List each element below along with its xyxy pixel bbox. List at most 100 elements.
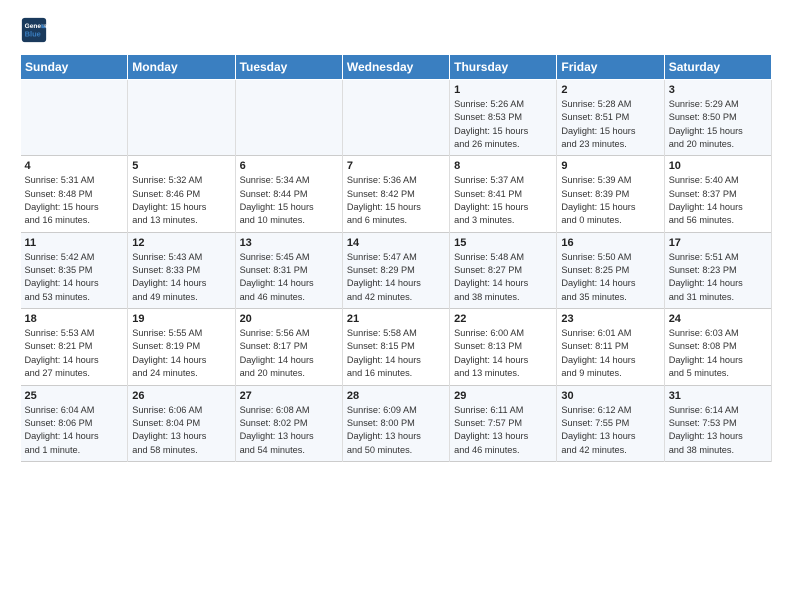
day-info: Sunrise: 6:04 AM Sunset: 8:06 PM Dayligh… xyxy=(25,404,124,457)
svg-text:Blue: Blue xyxy=(25,30,41,39)
calendar-cell: 27 Sunrise: 6:08 AM Sunset: 8:02 PM Dayli… xyxy=(235,385,342,461)
calendar-cell: 4Sunrise: 5:31 AM Sunset: 8:48 PM Daylig… xyxy=(21,156,128,232)
calendar-week-row: 4Sunrise: 5:31 AM Sunset: 8:48 PM Daylig… xyxy=(21,156,772,232)
day-info: Sunrise: 6:12 AM Sunset: 7:55 PM Dayligh… xyxy=(561,404,659,457)
day-number: 13 xyxy=(240,237,338,249)
day-info: Sunrise: 5:58 AM Sunset: 8:15 PM Dayligh… xyxy=(347,327,445,380)
day-number: 10 xyxy=(669,160,767,172)
day-info: Sunrise: 5:43 AM Sunset: 8:33 PM Dayligh… xyxy=(132,251,230,304)
calendar-table: SundayMondayTuesdayWednesdayThursdayFrid… xyxy=(20,54,772,462)
day-number: 19 xyxy=(132,313,230,325)
calendar-cell: 8 Sunrise: 5:37 AM Sunset: 8:41 PM Daylig… xyxy=(450,156,557,232)
calendar-cell xyxy=(21,80,128,156)
calendar-cell: 16 Sunrise: 5:50 AM Sunset: 8:25 PM Dayli… xyxy=(557,232,664,308)
day-info: Sunrise: 5:42 AM Sunset: 8:35 PM Dayligh… xyxy=(25,251,124,304)
calendar-cell: 5Sunrise: 5:32 AM Sunset: 8:46 PM Daylig… xyxy=(128,156,235,232)
calendar-cell: 21 Sunrise: 5:58 AM Sunset: 8:15 PM Dayli… xyxy=(342,309,449,385)
calendar-cell: 12 Sunrise: 5:43 AM Sunset: 8:33 PM Dayli… xyxy=(128,232,235,308)
calendar-cell: 14 Sunrise: 5:47 AM Sunset: 8:29 PM Dayli… xyxy=(342,232,449,308)
day-number: 11 xyxy=(25,237,124,249)
weekday-header-monday: Monday xyxy=(128,55,235,80)
calendar-cell: 20 Sunrise: 5:56 AM Sunset: 8:17 PM Dayli… xyxy=(235,309,342,385)
day-number: 21 xyxy=(347,313,445,325)
calendar-cell: 26Sunrise: 6:06 AM Sunset: 8:04 PM Dayli… xyxy=(128,385,235,461)
calendar-cell: 22Sunrise: 6:00 AM Sunset: 8:13 PM Dayli… xyxy=(450,309,557,385)
calendar-week-row: 18 Sunrise: 5:53 AM Sunset: 8:21 PM Dayli… xyxy=(21,309,772,385)
logo-icon: General Blue xyxy=(20,16,48,44)
calendar-header-row: SundayMondayTuesdayWednesdayThursdayFrid… xyxy=(21,55,772,80)
day-info: Sunrise: 6:03 AM Sunset: 8:08 PM Dayligh… xyxy=(669,327,767,380)
calendar-cell: 6 Sunrise: 5:34 AM Sunset: 8:44 PM Daylig… xyxy=(235,156,342,232)
day-info: Sunrise: 5:26 AM Sunset: 8:53 PM Dayligh… xyxy=(454,98,552,151)
day-info: Sunrise: 5:48 AM Sunset: 8:27 PM Dayligh… xyxy=(454,251,552,304)
calendar-cell: 11 Sunrise: 5:42 AM Sunset: 8:35 PM Dayli… xyxy=(21,232,128,308)
calendar-cell: 31 Sunrise: 6:14 AM Sunset: 7:53 PM Dayli… xyxy=(664,385,771,461)
weekday-header-friday: Friday xyxy=(557,55,664,80)
calendar-cell: 1 Sunrise: 5:26 AM Sunset: 8:53 PM Daylig… xyxy=(450,80,557,156)
calendar-week-row: 11 Sunrise: 5:42 AM Sunset: 8:35 PM Dayli… xyxy=(21,232,772,308)
day-number: 27 xyxy=(240,390,338,402)
calendar-cell xyxy=(342,80,449,156)
calendar-cell: 28 Sunrise: 6:09 AM Sunset: 8:00 PM Dayli… xyxy=(342,385,449,461)
calendar-cell: 19 Sunrise: 5:55 AM Sunset: 8:19 PM Dayli… xyxy=(128,309,235,385)
page: General Blue SundayMondayTuesdayWednesda… xyxy=(0,0,792,472)
calendar-cell: 17Sunrise: 5:51 AM Sunset: 8:23 PM Dayli… xyxy=(664,232,771,308)
calendar-cell: 18 Sunrise: 5:53 AM Sunset: 8:21 PM Dayli… xyxy=(21,309,128,385)
day-number: 6 xyxy=(240,160,338,172)
day-number: 23 xyxy=(561,313,659,325)
day-number: 12 xyxy=(132,237,230,249)
logo: General Blue xyxy=(20,16,52,44)
day-number: 28 xyxy=(347,390,445,402)
day-number: 20 xyxy=(240,313,338,325)
day-number: 31 xyxy=(669,390,767,402)
calendar-cell: 23 Sunrise: 6:01 AM Sunset: 8:11 PM Dayli… xyxy=(557,309,664,385)
calendar-cell xyxy=(235,80,342,156)
calendar-cell: 3 Sunrise: 5:29 AM Sunset: 8:50 PM Daylig… xyxy=(664,80,771,156)
day-info: Sunrise: 5:29 AM Sunset: 8:50 PM Dayligh… xyxy=(669,98,767,151)
day-number: 1 xyxy=(454,84,552,96)
calendar-week-row: 1 Sunrise: 5:26 AM Sunset: 8:53 PM Daylig… xyxy=(21,80,772,156)
day-info: Sunrise: 5:37 AM Sunset: 8:41 PM Dayligh… xyxy=(454,174,552,227)
day-number: 14 xyxy=(347,237,445,249)
calendar-cell: 2Sunrise: 5:28 AM Sunset: 8:51 PM Daylig… xyxy=(557,80,664,156)
calendar-cell xyxy=(128,80,235,156)
day-number: 15 xyxy=(454,237,552,249)
day-info: Sunrise: 6:11 AM Sunset: 7:57 PM Dayligh… xyxy=(454,404,552,457)
day-info: Sunrise: 5:50 AM Sunset: 8:25 PM Dayligh… xyxy=(561,251,659,304)
day-number: 17 xyxy=(669,237,767,249)
day-info: Sunrise: 5:34 AM Sunset: 8:44 PM Dayligh… xyxy=(240,174,338,227)
day-info: Sunrise: 6:06 AM Sunset: 8:04 PM Dayligh… xyxy=(132,404,230,457)
day-number: 3 xyxy=(669,84,767,96)
day-number: 18 xyxy=(25,313,124,325)
day-number: 22 xyxy=(454,313,552,325)
day-info: Sunrise: 6:01 AM Sunset: 8:11 PM Dayligh… xyxy=(561,327,659,380)
calendar-cell: 29 Sunrise: 6:11 AM Sunset: 7:57 PM Dayli… xyxy=(450,385,557,461)
day-number: 9 xyxy=(561,160,659,172)
weekday-header-thursday: Thursday xyxy=(450,55,557,80)
day-info: Sunrise: 6:09 AM Sunset: 8:00 PM Dayligh… xyxy=(347,404,445,457)
day-number: 24 xyxy=(669,313,767,325)
day-info: Sunrise: 5:47 AM Sunset: 8:29 PM Dayligh… xyxy=(347,251,445,304)
day-number: 16 xyxy=(561,237,659,249)
calendar-cell: 15 Sunrise: 5:48 AM Sunset: 8:27 PM Dayli… xyxy=(450,232,557,308)
day-info: Sunrise: 5:56 AM Sunset: 8:17 PM Dayligh… xyxy=(240,327,338,380)
calendar-cell: 13 Sunrise: 5:45 AM Sunset: 8:31 PM Dayli… xyxy=(235,232,342,308)
day-number: 30 xyxy=(561,390,659,402)
weekday-header-wednesday: Wednesday xyxy=(342,55,449,80)
day-info: Sunrise: 5:40 AM Sunset: 8:37 PM Dayligh… xyxy=(669,174,767,227)
weekday-header-tuesday: Tuesday xyxy=(235,55,342,80)
day-number: 29 xyxy=(454,390,552,402)
day-info: Sunrise: 5:28 AM Sunset: 8:51 PM Dayligh… xyxy=(561,98,659,151)
day-number: 25 xyxy=(25,390,124,402)
day-info: Sunrise: 5:55 AM Sunset: 8:19 PM Dayligh… xyxy=(132,327,230,380)
calendar-cell: 10 Sunrise: 5:40 AM Sunset: 8:37 PM Dayli… xyxy=(664,156,771,232)
calendar-cell: 25 Sunrise: 6:04 AM Sunset: 8:06 PM Dayli… xyxy=(21,385,128,461)
day-number: 8 xyxy=(454,160,552,172)
weekday-header-sunday: Sunday xyxy=(21,55,128,80)
day-info: Sunrise: 5:53 AM Sunset: 8:21 PM Dayligh… xyxy=(25,327,124,380)
day-info: Sunrise: 6:08 AM Sunset: 8:02 PM Dayligh… xyxy=(240,404,338,457)
day-info: Sunrise: 5:45 AM Sunset: 8:31 PM Dayligh… xyxy=(240,251,338,304)
day-info: Sunrise: 5:39 AM Sunset: 8:39 PM Dayligh… xyxy=(561,174,659,227)
day-info: Sunrise: 6:14 AM Sunset: 7:53 PM Dayligh… xyxy=(669,404,767,457)
calendar-cell: 7Sunrise: 5:36 AM Sunset: 8:42 PM Daylig… xyxy=(342,156,449,232)
